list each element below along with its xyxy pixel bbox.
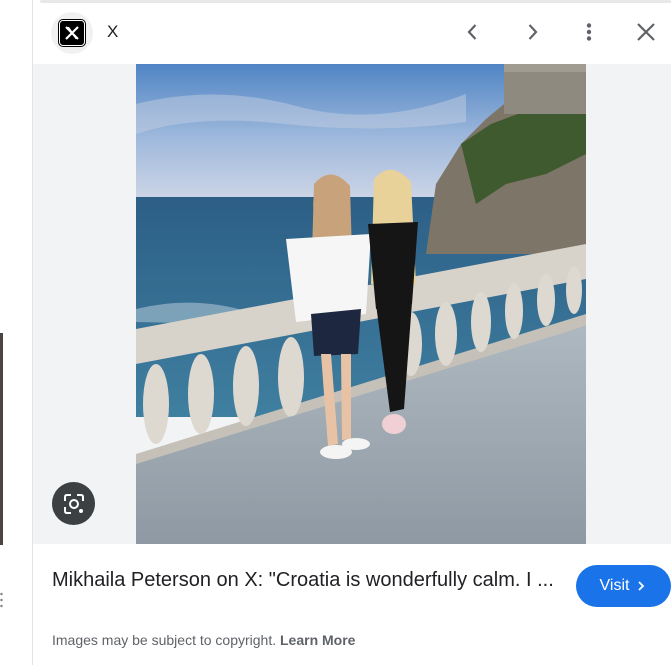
preview-image[interactable] (136, 64, 586, 544)
close-button[interactable] (630, 16, 662, 48)
visit-button[interactable]: Visit (576, 565, 671, 607)
visit-label: Visit (599, 577, 630, 594)
more-vert-icon (586, 23, 592, 41)
preview-header: X (33, 0, 671, 64)
google-lens-button[interactable] (52, 482, 95, 525)
top-divider (40, 0, 671, 3)
copyright-notice: Images may be subject to copyright. Lear… (52, 632, 355, 648)
more-options-button[interactable] (573, 16, 605, 48)
thumbnail-edge[interactable] (0, 333, 3, 545)
chevron-right-icon (638, 581, 645, 591)
next-button[interactable] (516, 16, 548, 48)
image-viewer (33, 64, 671, 544)
chevron-left-icon (467, 24, 477, 40)
image-preview-panel: X Mikhaila Peterson on X: "Croatia is wo… (32, 0, 671, 665)
more-dots-edge (0, 591, 3, 609)
chevron-right-icon (528, 24, 538, 40)
learn-more-link[interactable]: Learn More (280, 632, 355, 648)
result-title[interactable]: Mikhaila Peterson on X: "Croatia is wond… (52, 566, 567, 594)
source-logo[interactable] (51, 12, 93, 54)
source-name[interactable]: X (107, 22, 118, 42)
close-icon (637, 23, 655, 41)
copyright-text: Images may be subject to copyright. (52, 632, 277, 648)
x-logo-icon (59, 20, 85, 46)
google-lens-icon (63, 493, 84, 514)
previous-results-strip (0, 0, 32, 665)
previous-button[interactable] (457, 16, 489, 48)
